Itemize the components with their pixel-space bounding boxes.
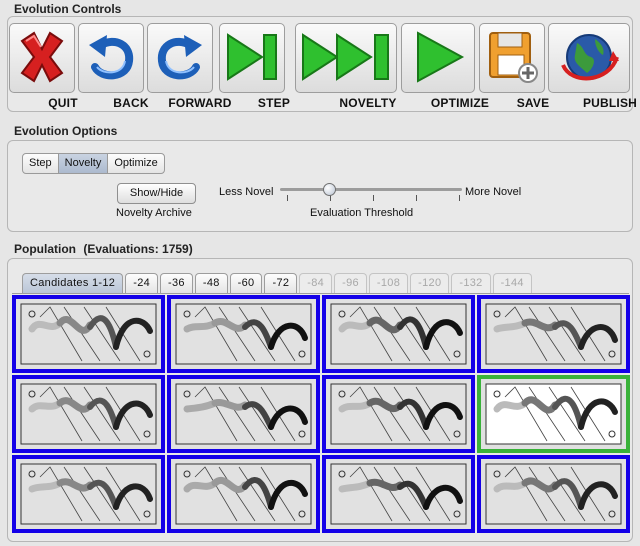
- candidate-10[interactable]: [167, 455, 320, 533]
- candidate-2[interactable]: [167, 295, 320, 373]
- slider-tick: [287, 195, 288, 201]
- candidate-7[interactable]: [322, 375, 475, 453]
- candidate-drawing: [330, 463, 467, 525]
- tab-candidates-9: -120: [410, 273, 450, 294]
- evaluation-threshold-label: Evaluation Threshold: [310, 207, 414, 219]
- candidate-9[interactable]: [12, 455, 165, 533]
- tab-candidates-3[interactable]: -48: [194, 273, 228, 294]
- tab-candidates-8: -108: [368, 273, 409, 294]
- tab-candidates-4[interactable]: -60: [229, 273, 263, 294]
- candidate-drawing: [485, 463, 622, 525]
- mode-selector: Step Novelty Optimize: [22, 153, 165, 174]
- novelty-archive-label: Novelty Archive: [116, 207, 192, 219]
- candidate-drawing: [20, 463, 157, 525]
- quit-x-icon: [12, 27, 72, 90]
- mode-novelty[interactable]: Novelty: [58, 154, 109, 173]
- mode-optimize[interactable]: Optimize: [108, 154, 163, 173]
- candidate-drawing: [330, 303, 467, 365]
- tab-candidates-2[interactable]: -36: [160, 273, 193, 294]
- publish-label: PUBLISH: [582, 96, 638, 110]
- candidate-drawing: [20, 303, 157, 365]
- step-label: STEP: [257, 96, 291, 110]
- tab-candidates-5[interactable]: -72: [264, 273, 298, 294]
- threshold-slider-track[interactable]: [280, 188, 462, 191]
- optimize-button[interactable]: [401, 23, 475, 93]
- step-button[interactable]: [219, 23, 285, 93]
- candidate-12[interactable]: [477, 455, 630, 533]
- step-icon: [222, 27, 282, 90]
- candidate-drawing: [175, 463, 312, 525]
- candidate-drawing: [20, 383, 157, 445]
- back-button[interactable]: [78, 23, 144, 93]
- candidate-drawing: [330, 383, 467, 445]
- slider-tick: [416, 195, 417, 201]
- candidate-8[interactable]: [477, 375, 630, 453]
- save-button[interactable]: [479, 23, 545, 93]
- tab-candidates-7: -96: [334, 273, 367, 294]
- slider-tick: [459, 195, 460, 201]
- quit-button[interactable]: [9, 23, 75, 93]
- tab-candidates-10: -132: [451, 273, 491, 294]
- forward-button[interactable]: [147, 23, 213, 93]
- candidate-5[interactable]: [12, 375, 165, 453]
- candidate-4[interactable]: [477, 295, 630, 373]
- show-hide-button[interactable]: Show/Hide: [117, 183, 196, 204]
- tab-candidates-0[interactable]: Candidates 1-12: [22, 273, 124, 294]
- candidate-tabs: Candidates 1-12 -24 -36 -48 -60 -72 -84 -96 -108…: [22, 273, 534, 294]
- population-label: Population: [14, 242, 76, 256]
- evaluations-count: (Evaluations: 1759): [83, 242, 193, 256]
- candidate-3[interactable]: [322, 295, 475, 373]
- globe-icon: [557, 27, 621, 90]
- candidate-drawing: [485, 383, 622, 445]
- novelty-button[interactable]: [295, 23, 397, 93]
- play-icon: [408, 27, 468, 90]
- candidate-11[interactable]: [322, 455, 475, 533]
- controls-title: Evolution Controls: [14, 2, 122, 16]
- publish-button[interactable]: [548, 23, 630, 93]
- tab-candidates-11: -144: [492, 273, 532, 294]
- back-arrow-icon: [81, 27, 141, 90]
- double-step-icon: [299, 27, 393, 90]
- mode-step[interactable]: Step: [23, 154, 59, 173]
- floppy-disk-icon: [482, 27, 542, 90]
- slider-tick: [373, 195, 374, 201]
- tab-candidates-6: -84: [299, 273, 333, 294]
- candidate-drawing: [175, 303, 312, 365]
- forward-arrow-icon: [150, 27, 210, 90]
- more-novel-label: More Novel: [465, 186, 522, 198]
- population-title: Population (Evaluations: 1759): [14, 242, 193, 256]
- options-title: Evolution Options: [14, 124, 118, 138]
- tab-divider: [12, 293, 629, 294]
- tab-candidates-1[interactable]: -24: [125, 273, 159, 294]
- less-novel-label: Less Novel: [219, 186, 274, 198]
- novelty-label: NOVELTY: [339, 96, 397, 110]
- candidate-drawing: [175, 383, 312, 445]
- candidate-6[interactable]: [167, 375, 320, 453]
- candidate-1[interactable]: [12, 295, 165, 373]
- candidate-drawing: [485, 303, 622, 365]
